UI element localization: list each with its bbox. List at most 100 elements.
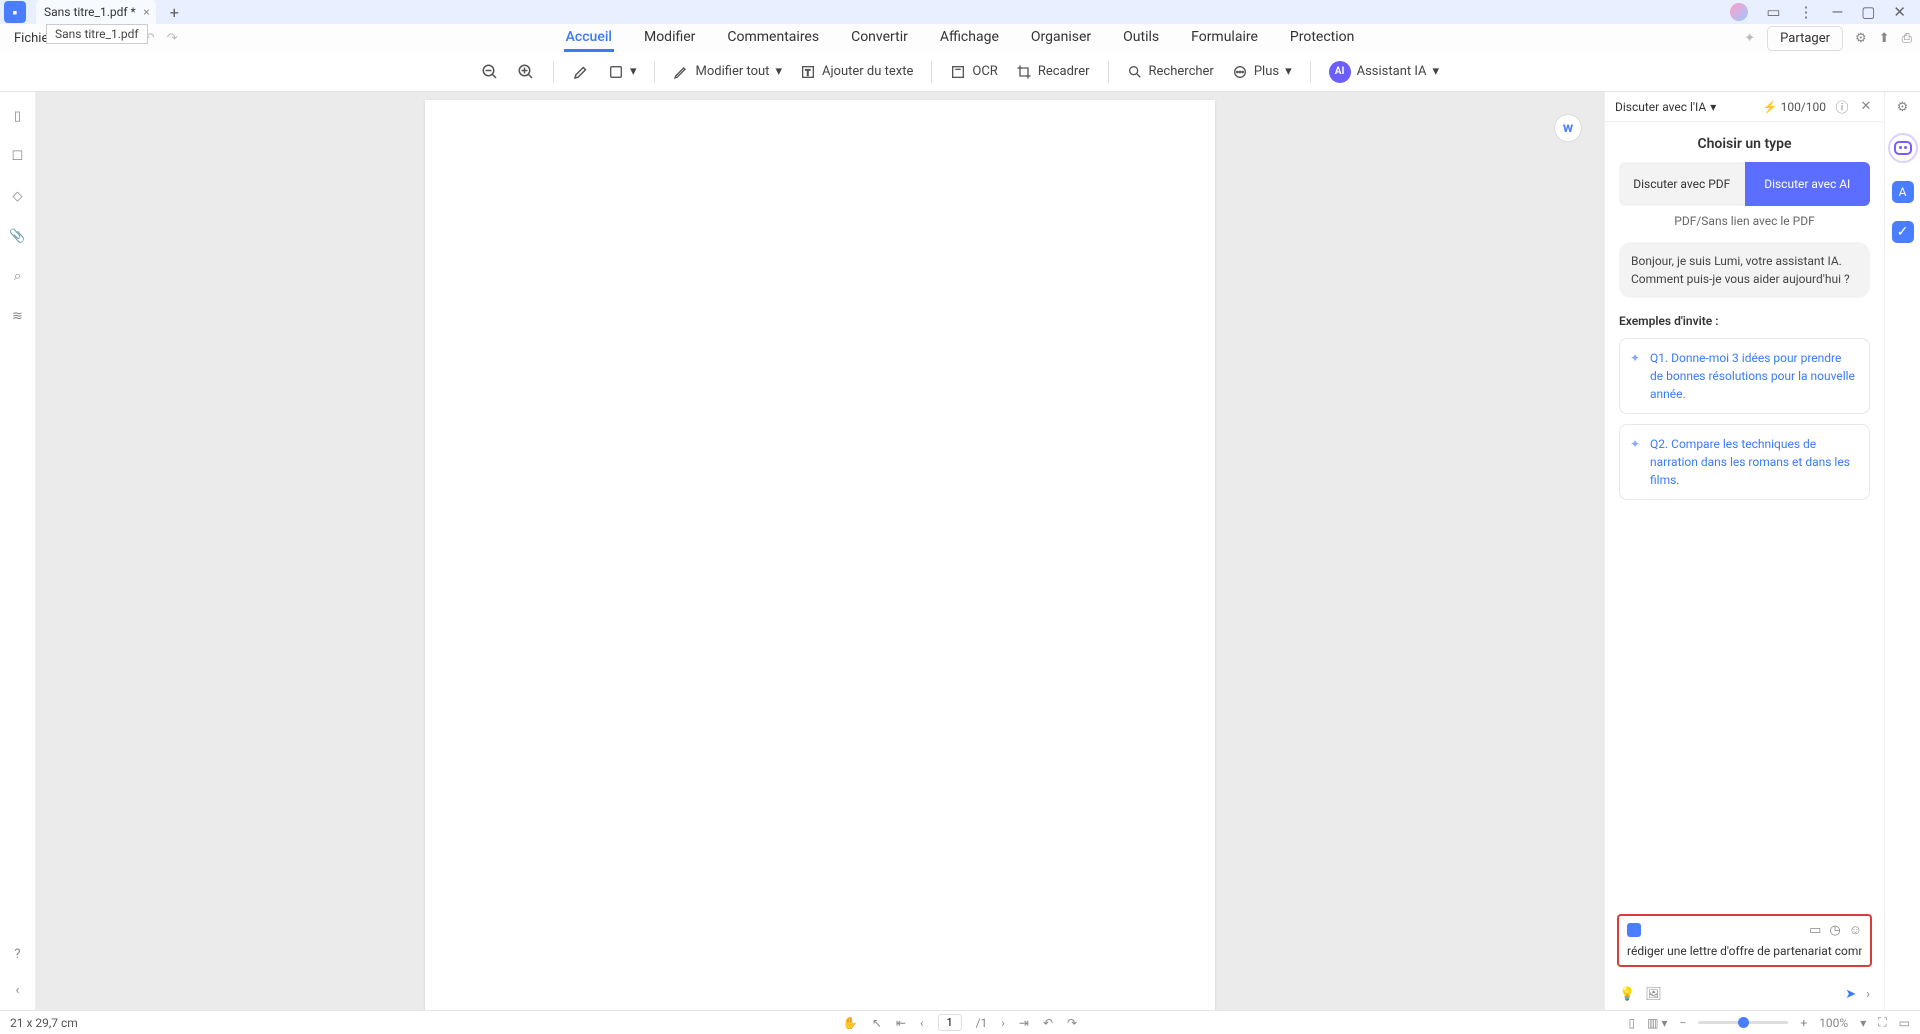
layers-icon[interactable]: ≋: [10, 308, 26, 324]
ribbon-convertir[interactable]: Convertir: [849, 25, 910, 52]
zoom-in-icon[interactable]: +: [1800, 1016, 1807, 1030]
more-tool[interactable]: Plus ▾: [1232, 64, 1292, 80]
tab-title: Sans titre_1.pdf *: [44, 5, 136, 19]
search-tool[interactable]: Rechercher: [1127, 64, 1214, 80]
word-export-button[interactable]: w: [1554, 114, 1582, 142]
toggle-ai[interactable]: Discuter avec AI: [1745, 162, 1871, 206]
prev-page-icon[interactable]: ‹: [920, 1016, 924, 1030]
insert-icon-1[interactable]: ▭: [1809, 923, 1821, 938]
bolt-icon: ⚡: [1763, 100, 1778, 114]
modify-all-tool[interactable]: Modifier tout ▾: [673, 64, 781, 80]
file-tooltip: Sans titre_1.pdf: [46, 24, 148, 44]
ai-mode-dropdown[interactable]: Discuter avec l'IA ▾: [1615, 100, 1716, 114]
settings-icon[interactable]: ⚙: [1897, 100, 1909, 115]
ribbon-modifier[interactable]: Modifier: [642, 25, 697, 52]
comment-icon[interactable]: ◇: [10, 188, 26, 204]
prompt-example-2[interactable]: Q2. Compare les techniques de narration …: [1619, 424, 1870, 500]
close-tab-icon[interactable]: ×: [143, 5, 149, 19]
maximize-icon[interactable]: ▢: [1861, 3, 1875, 21]
main-area: ▯ ☐ ◇ 📎 ⌕ ≋ ? ‹ w Discuter avec l'IA ▾ ⚡…: [0, 92, 1920, 1010]
view-single-icon[interactable]: ▯: [1629, 1016, 1636, 1030]
ribbon-outils[interactable]: Outils: [1121, 25, 1161, 52]
ai-orb-icon[interactable]: [1730, 3, 1748, 21]
ribbon-formulaire[interactable]: Formulaire: [1189, 25, 1260, 52]
image-icon[interactable]: 🖼: [1645, 987, 1662, 1002]
prompts-label: Exemples d'invite :: [1619, 314, 1870, 328]
ribbon-accueil[interactable]: Accueil: [564, 25, 614, 52]
more-icon[interactable]: ⋮: [1799, 3, 1814, 21]
read-mode-icon[interactable]: ▭: [1899, 1016, 1910, 1030]
highlight-tool[interactable]: [572, 63, 590, 81]
document-tab[interactable]: Sans titre_1.pdf * ×: [36, 0, 156, 24]
ai-prompt-input[interactable]: [1627, 944, 1862, 958]
find-icon[interactable]: ⌕: [10, 268, 26, 284]
thumbnail-icon[interactable]: ▯: [10, 108, 26, 124]
divider: [553, 61, 554, 83]
zoom-out-icon[interactable]: −: [1680, 1016, 1687, 1030]
minimize-icon[interactable]: —: [1832, 3, 1844, 21]
select-tool-icon[interactable]: ↖: [872, 1016, 882, 1030]
collapse-icon[interactable]: ‹: [10, 982, 26, 998]
statusbar: 21 x 29,7 cm ✋ ↖ ⇤ ‹ /1 › ⇥ ↶ ↷ ▯ ▥ ▾ − …: [0, 1010, 1920, 1034]
left-sidebar: ▯ ☐ ◇ 📎 ⌕ ≋ ? ‹: [0, 92, 36, 1010]
toolbar: ▾ Modifier tout ▾ TAjouter du texte OCR …: [0, 52, 1920, 92]
hand-tool-icon[interactable]: ✋: [843, 1016, 858, 1030]
info-icon[interactable]: ⓘ: [1834, 99, 1850, 115]
token-value: 100/100: [1781, 100, 1826, 114]
crop-tool[interactable]: Recadrer: [1016, 64, 1090, 80]
page-number-input[interactable]: [938, 1014, 962, 1031]
svg-text:T: T: [805, 68, 810, 77]
help-icon[interactable]: ?: [10, 946, 26, 962]
add-text-label: Ajouter du texte: [822, 64, 913, 79]
attach-doc-icon[interactable]: [1627, 923, 1641, 937]
ribbon-protection[interactable]: Protection: [1288, 25, 1356, 52]
fullscreen-icon[interactable]: ⛶: [1878, 1015, 1886, 1030]
ai-panel: Discuter avec l'IA ▾ ⚡100/100 ⓘ ✕ Choisi…: [1604, 92, 1884, 1010]
pdf-page[interactable]: [425, 100, 1215, 1010]
view-scroll-icon[interactable]: ▥ ▾: [1647, 1016, 1667, 1030]
ai-robot-button[interactable]: [1888, 133, 1918, 163]
emoji-icon[interactable]: ☺: [1849, 922, 1862, 938]
zoom-out-button[interactable]: [481, 63, 499, 81]
canvas[interactable]: w: [36, 92, 1604, 1010]
ribbon-affichage[interactable]: Affichage: [938, 25, 1001, 52]
divider: [654, 61, 655, 83]
divider: [1310, 61, 1311, 83]
bookmark-icon[interactable]: ☐: [10, 148, 26, 164]
ocr-tool[interactable]: OCR: [950, 64, 997, 80]
menubar: Fichier Sans titre_1.pdf ↶ ↷ Accueil Mod…: [0, 24, 1920, 52]
ribbon-commentaires[interactable]: Commentaires: [725, 25, 821, 52]
shape-tool[interactable]: ▾: [608, 64, 637, 80]
attachment-icon[interactable]: 📎: [10, 228, 26, 244]
zoom-in-button[interactable]: [517, 63, 535, 81]
first-page-icon[interactable]: ⇤: [896, 1016, 906, 1030]
idea-icon[interactable]: 💡: [1619, 987, 1635, 1002]
token-counter: ⚡100/100: [1763, 100, 1826, 114]
zoom-thumb[interactable]: [1738, 1017, 1749, 1028]
clock-icon[interactable]: ◷: [1829, 923, 1840, 938]
crop-label: Recadrer: [1038, 64, 1090, 79]
last-page-icon[interactable]: ⇥: [1019, 1016, 1029, 1030]
next-page-icon[interactable]: ›: [1001, 1016, 1005, 1030]
zoom-dropdown-icon[interactable]: ▾: [1860, 1016, 1866, 1030]
close-window-icon[interactable]: ✕: [1893, 3, 1906, 21]
zoom-slider[interactable]: [1698, 1021, 1788, 1024]
jump-forward-icon[interactable]: ↷: [1067, 1016, 1077, 1030]
new-tab-button[interactable]: +: [170, 3, 179, 22]
titlebar: ▪ Sans titre_1.pdf * × + ▭ ⋮ — ▢ ✕: [0, 0, 1920, 24]
add-text-tool[interactable]: T Ajouter du texte: [800, 64, 913, 80]
expand-icon[interactable]: ›: [1866, 987, 1870, 1002]
ai-assistant-tool[interactable]: AIAssistant IA ▾: [1329, 61, 1439, 83]
toggle-pdf[interactable]: Discuter avec PDF: [1619, 162, 1745, 206]
jump-back-icon[interactable]: ↶: [1043, 1016, 1053, 1030]
prompt-example-1[interactable]: Q1. Donne-moi 3 idées pour prendre de bo…: [1619, 338, 1870, 414]
chat-icon[interactable]: ▭: [1766, 3, 1780, 21]
send-button[interactable]: ➤: [1845, 987, 1856, 1002]
close-panel-icon[interactable]: ✕: [1858, 99, 1874, 115]
ribbon-organiser[interactable]: Organiser: [1029, 25, 1093, 52]
word-icon-label: w: [1563, 120, 1573, 136]
assistant-label: Assistant IA: [1357, 64, 1427, 79]
translate-icon[interactable]: A: [1892, 181, 1914, 203]
zoom-value: 100%: [1819, 1016, 1848, 1030]
check-icon[interactable]: ✓: [1892, 221, 1914, 243]
